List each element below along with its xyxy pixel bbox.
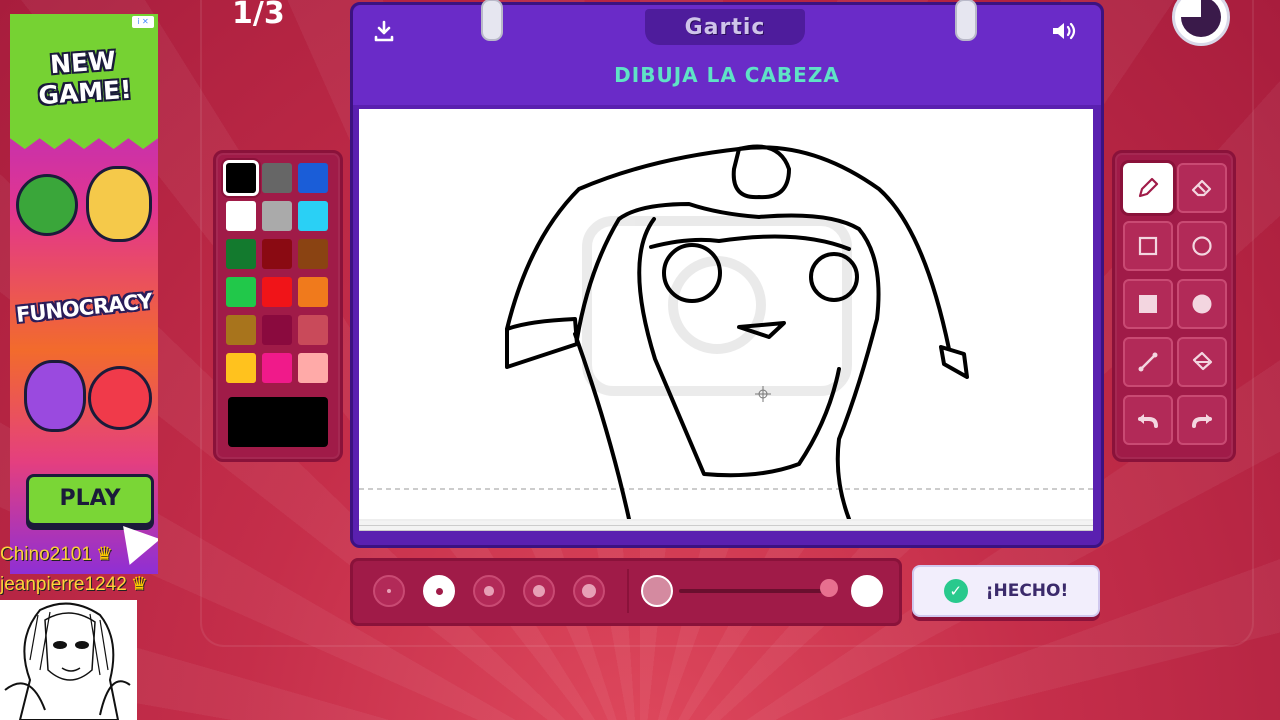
- tool-rectangle-outline-button[interactable]: [1123, 221, 1173, 271]
- color-swatch[interactable]: [262, 315, 292, 345]
- eraser-icon: [1191, 179, 1212, 197]
- brush-size-button[interactable]: [523, 575, 555, 607]
- page-edge: [359, 526, 1093, 531]
- tool-line-button[interactable]: [1123, 337, 1173, 387]
- binder-ring: [955, 0, 977, 41]
- tool-pencil-button[interactable]: [1123, 163, 1173, 213]
- color-swatch[interactable]: [262, 201, 292, 231]
- drawing-canvas[interactable]: [359, 109, 1093, 521]
- color-swatch[interactable]: [262, 239, 292, 269]
- tool-redo-button[interactable]: [1177, 395, 1227, 445]
- color-swatch[interactable]: [298, 163, 328, 193]
- brush-size-button[interactable]: [373, 575, 405, 607]
- bucket-icon: [1192, 351, 1213, 371]
- ad-game-name: FUNOCRACY: [14, 288, 154, 328]
- crown-icon: ♛: [130, 574, 148, 595]
- drawing-prompt: DIBUJA LA CABEZA: [614, 63, 840, 87]
- watermark-logo: [582, 216, 852, 396]
- opacity-slider-handle[interactable]: [820, 579, 838, 597]
- color-swatch[interactable]: [262, 163, 292, 193]
- thumbs-up-icon: [16, 174, 78, 236]
- tool-ellipse-filled-button[interactable]: [1177, 279, 1227, 329]
- volume-icon[interactable]: [1049, 19, 1079, 49]
- tool-rectangle-filled-button[interactable]: [1123, 279, 1173, 329]
- brush-size-button[interactable]: [573, 575, 605, 607]
- done-button[interactable]: ✓ ¡HECHO!: [912, 565, 1100, 617]
- color-swatch[interactable]: [226, 353, 256, 383]
- color-swatch[interactable]: [262, 353, 292, 383]
- tool-eraser-button[interactable]: [1177, 163, 1227, 213]
- divider: [627, 569, 629, 613]
- tool-ellipse-outline-button[interactable]: [1177, 221, 1227, 271]
- square-filled-icon: [1139, 295, 1157, 313]
- color-swatch[interactable]: [262, 277, 292, 307]
- color-swatch[interactable]: [298, 353, 328, 383]
- color-swatch[interactable]: [226, 277, 256, 307]
- brush-size-button[interactable]: [423, 575, 455, 607]
- drawing-notebook: Gartic DIBUJA LA CABEZA: [350, 0, 1104, 548]
- advertisement-banner[interactable]: i ✕ NEW GAME! FUNOCRACY PLAY: [10, 14, 158, 574]
- line-icon: [1138, 352, 1158, 372]
- done-button-label: ¡HECHO!: [985, 581, 1069, 601]
- cartoon-face-icon: [24, 360, 86, 432]
- player-drawing: [505, 144, 969, 521]
- webcam-anime-image: [0, 600, 137, 720]
- redo-icon: [1192, 414, 1212, 428]
- cartoon-face-icon: [88, 366, 152, 430]
- brush-size-button[interactable]: [473, 575, 505, 607]
- binder-ring: [481, 0, 503, 41]
- color-swatch[interactable]: [226, 201, 256, 231]
- circle-outline-icon: [1192, 236, 1212, 256]
- ad-choices-badge[interactable]: i ✕: [132, 16, 154, 28]
- ad-headline: NEW GAME!: [37, 45, 133, 111]
- round-counter: 1/3: [232, 0, 285, 31]
- color-swatch[interactable]: [226, 239, 256, 269]
- color-swatch[interactable]: [298, 315, 328, 345]
- download-icon[interactable]: [369, 19, 399, 49]
- tool-panel: [1112, 150, 1236, 462]
- brush-settings-bar: [350, 558, 902, 626]
- undo-icon: [1138, 414, 1158, 428]
- opacity-slider[interactable]: [679, 589, 829, 593]
- check-icon: ✓: [943, 579, 968, 603]
- color-swatch[interactable]: [226, 315, 256, 345]
- tool-fill-button[interactable]: [1177, 337, 1227, 387]
- opacity-low-button[interactable]: [641, 575, 673, 607]
- cartoon-face-icon: [86, 166, 152, 242]
- color-swatch[interactable]: [223, 160, 259, 196]
- crown-icon: ♛: [95, 544, 113, 565]
- square-outline-icon: [1138, 236, 1158, 256]
- circle-filled-icon: [1192, 294, 1212, 314]
- color-swatch[interactable]: [298, 277, 328, 307]
- pencil-icon: [1138, 177, 1159, 198]
- overlay-username: jeanpierre1242 ♛: [0, 574, 148, 595]
- gartic-logo: Gartic: [645, 9, 805, 45]
- tool-undo-button[interactable]: [1123, 395, 1173, 445]
- color-swatch[interactable]: [298, 239, 328, 269]
- opacity-high-button[interactable]: [851, 575, 883, 607]
- overlay-username: Chino2101 ♛: [0, 544, 113, 565]
- current-color-preview: [228, 397, 328, 447]
- color-swatch[interactable]: [298, 201, 328, 231]
- color-palette: [213, 150, 343, 462]
